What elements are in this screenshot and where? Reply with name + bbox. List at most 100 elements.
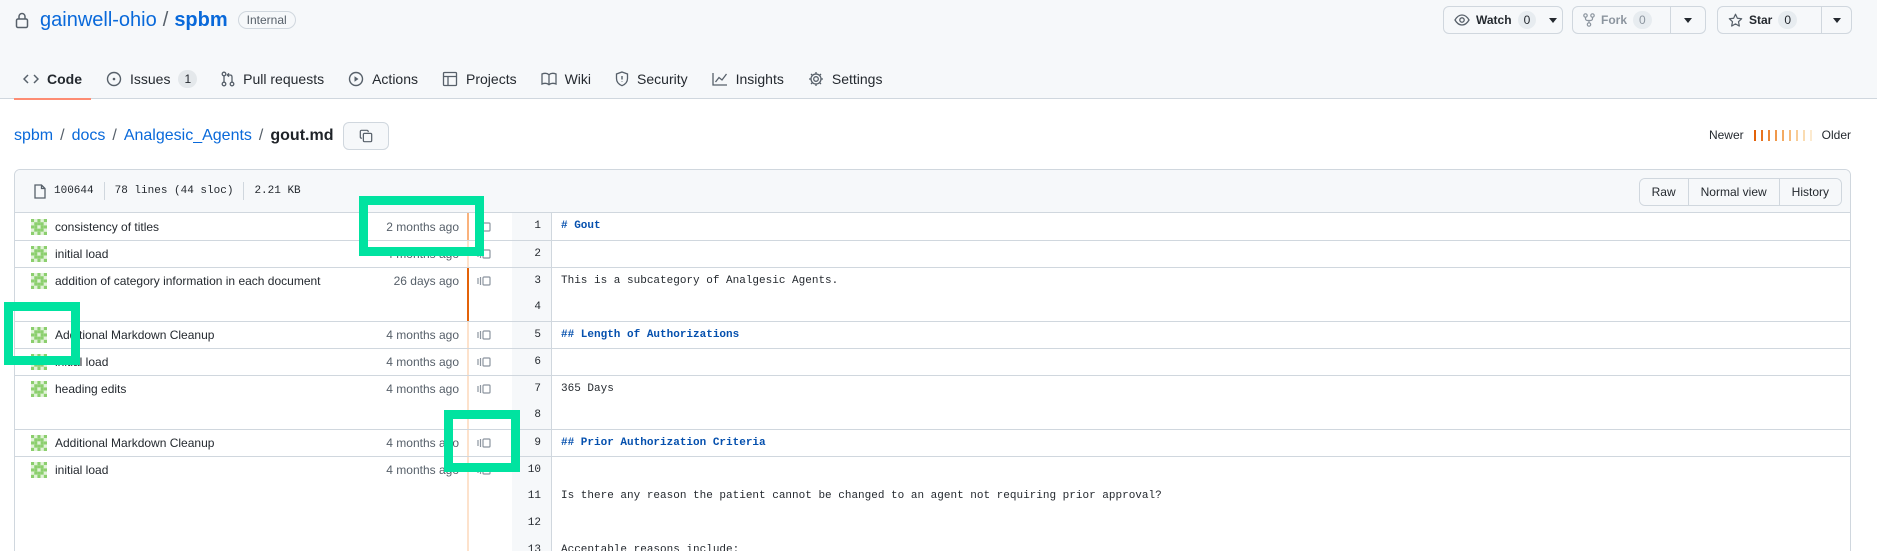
watch-label: Watch xyxy=(1476,13,1512,27)
breadcrumb-folder-link[interactable]: Analgesic_Agents xyxy=(124,127,252,145)
commit-message-link[interactable]: initial load xyxy=(55,247,386,261)
breadcrumb-docs-link[interactable]: docs xyxy=(72,127,106,145)
file-icon xyxy=(34,183,46,199)
watch-button[interactable]: Watch 0 xyxy=(1443,6,1563,34)
line-number[interactable]: 4 xyxy=(512,294,552,321)
avatar[interactable] xyxy=(31,273,47,289)
commit-message-link[interactable]: initial load xyxy=(55,355,386,369)
line-number[interactable]: 13 xyxy=(512,537,552,551)
heat-legend-newer: Newer xyxy=(1708,128,1744,142)
blame-commit-cell xyxy=(15,402,467,429)
tab-issues[interactable]: Issues 1 xyxy=(97,58,206,99)
commit-message-link[interactable]: consistency of titles xyxy=(55,220,386,234)
star-button[interactable]: Star 0 xyxy=(1717,6,1852,34)
fork-count: 0 xyxy=(1633,11,1652,29)
versions-icon[interactable] xyxy=(477,276,491,286)
reblame-cell xyxy=(469,537,499,551)
tab-projects-label: Projects xyxy=(466,70,517,87)
commit-age: 4 months ago xyxy=(386,355,459,369)
reblame-cell xyxy=(469,294,499,321)
blame-row: initial load 4 months ago 6 xyxy=(15,348,1850,375)
watch-count: 0 xyxy=(1517,11,1537,29)
avatar[interactable] xyxy=(31,435,47,451)
line-number[interactable]: 3 xyxy=(512,268,552,294)
file-lines: 78 lines (44 sloc) xyxy=(114,185,234,197)
file-size: 2.21 KB xyxy=(254,185,301,197)
blame-row: 8 xyxy=(15,402,1850,429)
repo-name-link[interactable]: spbm xyxy=(174,9,227,32)
tab-settings[interactable]: Settings xyxy=(799,58,892,99)
raw-button[interactable]: Raw xyxy=(1639,179,1688,205)
versions-icon[interactable] xyxy=(477,330,491,340)
history-button[interactable]: History xyxy=(1778,179,1841,205)
commit-message-link[interactable]: initial load xyxy=(55,463,386,477)
line-number[interactable]: 2 xyxy=(512,241,552,267)
tab-insights[interactable]: Insights xyxy=(703,58,793,99)
code-line: ## Length of Authorizations xyxy=(561,329,740,341)
avatar[interactable] xyxy=(31,246,47,262)
repo-separator: / xyxy=(162,8,169,31)
line-number[interactable]: 7 xyxy=(512,376,552,402)
blame-commit-cell: initial load 4 months ago xyxy=(15,349,467,375)
tab-security[interactable]: Security xyxy=(606,58,697,99)
star-count: 0 xyxy=(1778,11,1798,29)
tab-code-label: Code xyxy=(47,70,82,87)
fork-dropdown-button[interactable] xyxy=(1670,6,1706,34)
blame-commit-cell: heading edits 4 months ago xyxy=(15,376,467,402)
tab-pull-requests[interactable]: Pull requests xyxy=(212,58,333,99)
code-line: Acceptable reasons include: xyxy=(561,544,740,551)
avatar[interactable] xyxy=(31,381,47,397)
lock-icon xyxy=(15,12,29,29)
commit-message-link[interactable]: Additional Markdown Cleanup xyxy=(55,328,386,342)
blame-commit-cell xyxy=(15,483,467,510)
tab-wiki-label: Wiki xyxy=(564,70,592,87)
tab-actions[interactable]: Actions xyxy=(339,58,427,99)
normal-view-button[interactable]: Normal view xyxy=(1687,179,1779,205)
tab-issues-label: Issues xyxy=(130,70,171,87)
tab-code[interactable]: Code xyxy=(14,58,91,100)
tab-projects[interactable]: Projects xyxy=(433,58,526,99)
fork-button[interactable]: Fork 0 xyxy=(1572,6,1684,34)
line-number[interactable]: 12 xyxy=(512,510,552,537)
reblame-cell xyxy=(469,349,499,375)
versions-icon[interactable] xyxy=(477,384,491,394)
line-number[interactable]: 1 xyxy=(512,213,552,240)
versions-icon[interactable] xyxy=(477,357,491,367)
reblame-cell xyxy=(469,268,499,294)
star-caret-icon[interactable] xyxy=(1821,7,1851,33)
code-line: ## Prior Authorization Criteria xyxy=(561,437,766,449)
fork-label: Fork xyxy=(1601,13,1628,27)
commit-age: 26 days ago xyxy=(393,274,459,288)
line-number[interactable]: 5 xyxy=(512,322,552,348)
code-line: # Gout xyxy=(561,220,601,232)
blame-file-box: 100644 78 lines (44 sloc) 2.21 KB Raw No… xyxy=(14,169,1851,551)
breadcrumb-repo-link[interactable]: spbm xyxy=(14,127,53,145)
reblame-cell xyxy=(469,376,499,402)
issues-count-badge: 1 xyxy=(178,69,198,88)
blame-row: 4 xyxy=(15,294,1850,321)
avatar[interactable] xyxy=(31,218,47,235)
commit-message-link[interactable]: heading edits xyxy=(55,382,386,396)
reblame-cell xyxy=(469,483,499,510)
code-line: This is a subcategory of Analgesic Agent… xyxy=(561,275,839,287)
reblame-cell xyxy=(469,510,499,537)
line-number[interactable]: 6 xyxy=(512,349,552,375)
avatar[interactable] xyxy=(31,462,47,478)
tab-security-label: Security xyxy=(637,70,688,87)
issue-opened-icon xyxy=(106,71,122,86)
reblame-cell xyxy=(469,322,499,348)
tab-wiki[interactable]: Wiki xyxy=(532,58,600,99)
heat-legend-scale xyxy=(1753,129,1812,141)
file-info-bar: 100644 78 lines (44 sloc) 2.21 KB Raw No… xyxy=(15,170,1850,213)
repo-owner-link[interactable]: gainwell-ohio xyxy=(40,9,157,32)
commit-message-link[interactable]: addition of category information in each… xyxy=(55,274,394,288)
watch-caret-icon[interactable] xyxy=(1544,7,1562,33)
copy-path-button[interactable] xyxy=(343,122,390,150)
tab-actions-label: Actions xyxy=(372,70,419,87)
commit-message-link[interactable]: Additional Markdown Cleanup xyxy=(55,436,386,450)
line-number[interactable]: 11 xyxy=(512,483,552,510)
